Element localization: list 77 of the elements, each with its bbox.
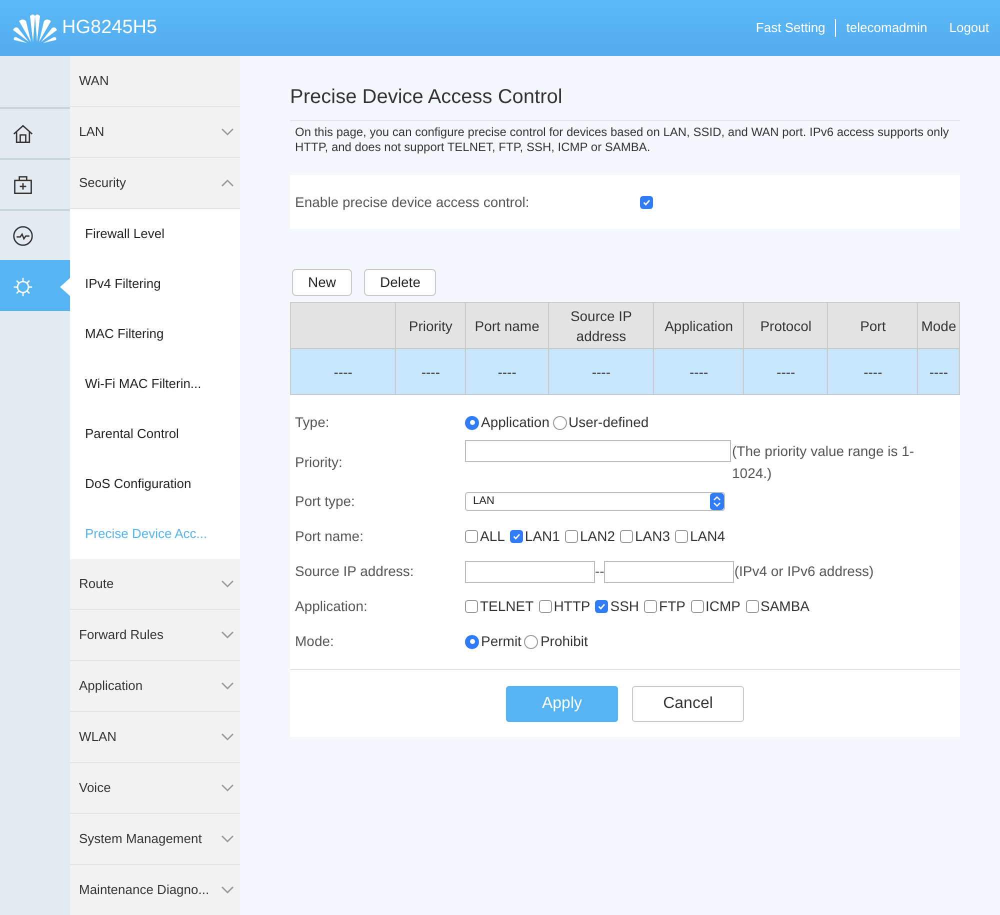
toolbar-button[interactable]: Delete: [364, 269, 436, 296]
radio-button[interactable]: [524, 634, 538, 648]
submenu-item[interactable]: DoS Configuration: [70, 459, 240, 509]
radio-button[interactable]: [552, 416, 566, 430]
priority-field[interactable]: [465, 440, 731, 462]
field-label: Mode:: [295, 632, 335, 651]
radio-button[interactable]: [465, 416, 479, 430]
submenu-item[interactable]: Wi-Fi MAC Filterin...: [70, 359, 240, 409]
table-row[interactable]: ---- ---- ---- ---- ---- ---- ---- ----: [290, 348, 960, 394]
logo-icon: [11, 13, 59, 43]
submenu-item[interactable]: Firewall Level: [70, 209, 240, 259]
option-label: LAN3: [634, 527, 670, 546]
option-label: ALL: [480, 527, 505, 546]
submenu-item[interactable]: Parental Control: [70, 409, 240, 459]
enable-checkbox[interactable]: [640, 196, 653, 208]
option-label: User-defined: [568, 413, 649, 432]
menu-item[interactable]: LAN: [70, 107, 240, 158]
pulse-icon: [12, 224, 34, 246]
option-label: SSH: [610, 597, 640, 616]
hint-text: (IPv4 or IPv6 address): [734, 562, 874, 581]
checkbox[interactable]: [690, 600, 704, 613]
menu-item[interactable]: WAN: [70, 56, 240, 107]
range-separator: --: [595, 562, 604, 581]
checkbox[interactable]: [538, 600, 552, 613]
radio-button[interactable]: [465, 634, 479, 648]
enable-label: Enable precise device access control:: [295, 192, 530, 212]
menu-item[interactable]: WLAN: [70, 712, 240, 763]
cancel-button[interactable]: Cancel: [632, 686, 744, 722]
field-label: Port name:: [295, 527, 364, 546]
check-icon: [597, 602, 606, 611]
field-label: Source IP address:: [295, 562, 415, 581]
page-title: Precise Device Access Control: [290, 85, 564, 110]
check-icon: [512, 532, 521, 541]
home-icon: [12, 122, 34, 144]
ip-start-field[interactable]: [465, 560, 595, 582]
field-label: Application:: [295, 597, 368, 616]
checkbox[interactable]: [675, 530, 688, 543]
check-icon: [642, 198, 651, 206]
menu-item[interactable]: Route: [70, 559, 240, 610]
option-label: LAN1: [524, 527, 560, 546]
checkbox[interactable]: [465, 600, 478, 613]
port-type-select[interactable]: LAN: [465, 492, 725, 511]
menu-item[interactable]: System Management: [70, 814, 240, 865]
hint-text: (The priority value range is 1-1024.): [732, 442, 916, 483]
checkbox[interactable]: [746, 600, 758, 613]
ip-end-field[interactable]: [604, 560, 734, 582]
menu-item[interactable]: Maintenance Diagno...: [70, 865, 240, 915]
checkbox[interactable]: [510, 530, 523, 543]
field-label: Type:: [295, 413, 330, 432]
option-label: ICMP: [706, 597, 740, 616]
option-label: SAMBA: [760, 597, 810, 616]
medical-kit-icon: [12, 174, 34, 196]
option-label: Prohibit: [540, 632, 588, 651]
menu-item[interactable]: Application: [70, 661, 240, 712]
page-description: On this page, you can configure precise control for devices based on LAN, SSID, and WAN port. IPv6 access supports only HTTP, and does not support TELNET, FTP, SSH, ICMP or SAMBA.: [295, 125, 950, 155]
option-label: HTTP: [554, 597, 590, 616]
field-label: Priority:: [295, 452, 344, 472]
submenu-item[interactable]: MAC Filtering: [70, 309, 240, 359]
checkbox[interactable]: [620, 530, 633, 543]
product-name: HG8245H5: [62, 16, 158, 40]
checkbox[interactable]: [644, 600, 658, 613]
checkbox[interactable]: [465, 530, 478, 543]
option-label: LAN2: [580, 527, 615, 546]
toolbar-button[interactable]: New: [292, 269, 352, 296]
menu-item[interactable]: Voice: [70, 763, 240, 814]
option-label: FTP: [659, 597, 686, 616]
field-label: Port type:: [295, 492, 356, 511]
stepper-icon: [713, 496, 721, 507]
option-label: TELNET: [480, 597, 534, 616]
submenu-item[interactable]: IPv4 Filtering: [70, 259, 240, 309]
option-label: LAN4: [690, 527, 726, 546]
option-label: Application: [481, 413, 550, 432]
checkbox[interactable]: [595, 600, 608, 613]
option-label: Permit: [481, 632, 522, 651]
checkbox[interactable]: [564, 530, 578, 543]
menu-item[interactable]: Forward Rules: [70, 610, 240, 661]
settings-icon: [12, 276, 34, 298]
